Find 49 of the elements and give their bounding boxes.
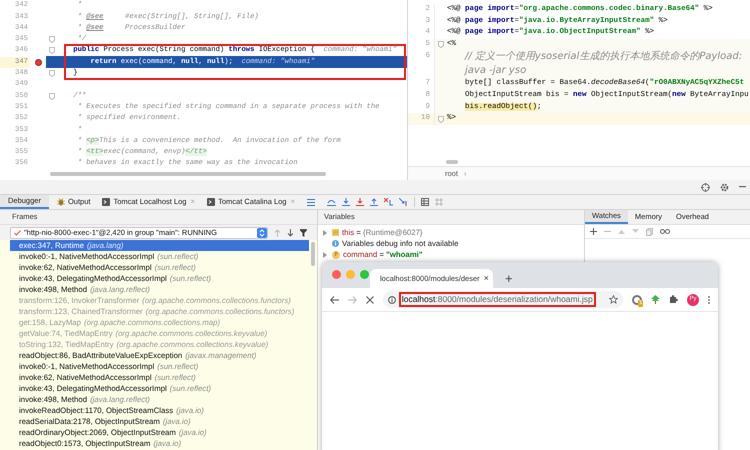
bug-icon: [56, 198, 65, 206]
drop-frame-icon[interactable]: [384, 198, 394, 206]
new-tab-button[interactable]: +: [505, 272, 513, 285]
fold-icon[interactable]: [49, 70, 55, 77]
code-line: // 定义一个使用ysoserial生成的执行本地系统命令的Payload: java -jar yso: [463, 50, 744, 78]
forward-icon[interactable]: [348, 296, 357, 304]
horizontal-scrollbar[interactable]: [446, 160, 458, 164]
fold-icon[interactable]: [49, 47, 55, 54]
check-icon: [14, 230, 21, 236]
fold-icon[interactable]: [438, 41, 444, 48]
target-icon[interactable]: [701, 182, 710, 192]
filter-icon[interactable]: [300, 228, 308, 236]
back-icon[interactable]: [330, 296, 339, 304]
run-to-cursor-icon[interactable]: [399, 198, 408, 206]
breakpoint-icon[interactable]: [34, 58, 42, 66]
step-into-icon[interactable]: [342, 198, 350, 206]
fold-icon[interactable]: [438, 116, 444, 123]
expand-arrow-icon[interactable]: [323, 230, 327, 236]
fold-icon[interactable]: [49, 92, 55, 100]
settings-icon[interactable]: [720, 182, 729, 192]
tree-icon[interactable]: [651, 295, 660, 304]
step-over-icon[interactable]: [327, 198, 336, 206]
step-out-icon[interactable]: [370, 198, 378, 206]
info-icon: [332, 240, 339, 247]
puzzle-icon[interactable]: [669, 295, 678, 304]
address-bar[interactable]: localhost:8000/modules/deserialization/whoami.jsp: [382, 291, 624, 308]
star-icon[interactable]: [609, 295, 618, 304]
info-icon: [388, 296, 396, 304]
down-arrow-icon[interactable]: [287, 228, 294, 236]
stop-loading-icon[interactable]: [366, 296, 374, 304]
glasses-icon[interactable]: [660, 229, 670, 234]
table-icon[interactable]: [421, 198, 430, 206]
horizontal-scrollbar[interactable]: [50, 172, 326, 176]
vertical-scrollbar[interactable]: [311, 242, 315, 266]
copy-icon[interactable]: [646, 228, 653, 236]
console-icon: [102, 198, 110, 206]
url-text: localhost:8000/modules/deserialization/whoami.jsp: [398, 292, 596, 307]
force-step-into-icon[interactable]: [356, 198, 364, 206]
add-icon[interactable]: [590, 228, 597, 235]
menu-icon[interactable]: [307, 198, 316, 206]
chevron-icon: [257, 228, 268, 238]
field-icon: [332, 229, 339, 236]
expand-arrow-icon[interactable]: [323, 252, 327, 258]
close-window-button[interactable]: [332, 270, 341, 279]
console-icon: [207, 198, 216, 206]
fold-icon[interactable]: [49, 36, 55, 44]
remove-icon[interactable]: [604, 228, 611, 235]
minimize-icon[interactable]: [739, 186, 746, 188]
close-tab-button[interactable]: ×: [484, 274, 489, 283]
